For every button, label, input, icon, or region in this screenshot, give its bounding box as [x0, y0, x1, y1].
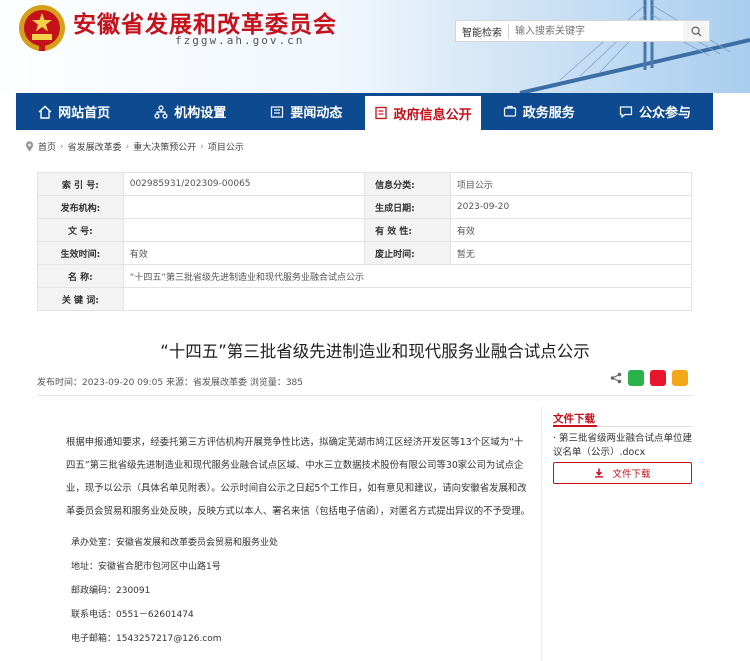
search-icon	[690, 25, 702, 37]
index-no-label: 索 引 号:	[37, 172, 124, 196]
article-meta: 发布时间：2023-09-20 09:05 来源：省发展改革委 浏览量：385	[37, 378, 304, 388]
weibo-icon[interactable]	[650, 370, 666, 386]
nav-item-news[interactable]: 要闻动态	[248, 93, 364, 130]
download-icon	[595, 468, 604, 478]
nav-label: 网站首页	[58, 106, 111, 121]
breadcrumb-separator: ›	[125, 141, 130, 152]
article-paragraph: 根据申报通知要求，经委托第三方评估机构开展竞争性比选，拟确定芜湖市鸠江区经济开发…	[66, 437, 531, 517]
breadcrumb-separator: ›	[200, 141, 204, 152]
org-chart-icon	[154, 104, 168, 119]
breadcrumb-current[interactable]: 项目公示	[208, 140, 244, 153]
bridge-banner-image	[519, 0, 750, 93]
service-icon	[503, 105, 516, 117]
downloads-rule-accent	[553, 425, 597, 427]
download-file-link[interactable]: · 第三批省级两业融合试点单位建议名单（公示）.docx	[553, 432, 693, 460]
document-icon	[374, 106, 387, 120]
site-header: 安徽省发展和改革委员会 fzggw.ah.gov.cn 智能检索	[0, 0, 750, 93]
validity-value: 有效	[449, 218, 693, 242]
document-info-table: 索 引 号: 002985931/202309-00065 信息分类: 项目公示…	[37, 172, 693, 311]
expiry-value: 暂无	[449, 241, 693, 265]
doc-no-value	[122, 218, 366, 242]
nav-item-organization[interactable]: 机构设置	[132, 93, 248, 130]
publisher-value	[122, 195, 366, 219]
contact-address: 地址：安徽省合肥市包河区中山路1号	[71, 562, 221, 572]
validity-label: 有 效 性:	[364, 218, 451, 242]
breadcrumb-separator: ›	[60, 141, 64, 152]
table-row: 发布机构: 生成日期: 2023-09-20	[37, 195, 693, 219]
search-label[interactable]: 智能检索	[456, 23, 509, 39]
table-row: 名 称: “十四五”第三批省级先进制造业和现代服务业融合试点公示	[37, 264, 693, 288]
breadcrumb: 首页 › 省发展改革委 › 重大决策预公开 › 项目公示	[25, 140, 244, 153]
table-row: 文 号: 有 效 性: 有效	[37, 218, 693, 242]
downloads-title: 文件下载	[553, 413, 595, 425]
date-value: 2023-09-20	[449, 195, 693, 219]
nav-label: 公众参与	[638, 106, 691, 121]
download-button[interactable]: 文件下载	[553, 462, 692, 484]
nav-item-public[interactable]: 公众参与	[597, 93, 713, 130]
nav-label: 政府信息公开	[393, 107, 472, 123]
contact-office: 承办处室：安徽省发展和改革委员会贸易和服务业处	[71, 538, 279, 548]
nav-item-gov-info[interactable]: 政府信息公开	[364, 93, 481, 130]
breadcrumb-home[interactable]: 首页	[38, 140, 56, 153]
nav-item-services[interactable]: 政务服务	[481, 93, 597, 130]
category-label: 信息分类:	[364, 172, 451, 196]
download-button-label: 文件下载	[612, 469, 651, 480]
doc-no-label: 文 号:	[37, 218, 124, 242]
expiry-label: 废止时间:	[364, 241, 451, 265]
download-file-name: 第三批省级两业融合试点单位建议名单（公示）.docx	[553, 433, 693, 458]
contact-email: 电子邮箱：1543257217@126.com	[71, 634, 222, 644]
breadcrumb-section[interactable]: 重大决策预公开	[133, 140, 196, 153]
location-pin-icon	[25, 141, 34, 152]
contact-postcode: 邮政编码：230091	[71, 586, 151, 596]
share-bar	[610, 370, 688, 386]
wechat-icon[interactable]	[628, 370, 644, 386]
category-value: 项目公示	[449, 172, 693, 196]
effective-value: 有效	[122, 241, 366, 265]
name-value: “十四五”第三批省级先进制造业和现代服务业融合试点公示	[122, 264, 693, 288]
search-input[interactable]	[509, 21, 683, 41]
date-label: 生成日期:	[364, 195, 451, 219]
nav-label: 政务服务	[522, 106, 575, 121]
divider	[37, 395, 692, 396]
keywords-value	[122, 287, 693, 311]
table-row: 索 引 号: 002985931/202309-00065 信息分类: 项目公示	[37, 172, 693, 196]
publisher-label: 发布机构:	[37, 195, 124, 219]
breadcrumb-agency[interactable]: 省发展改革委	[68, 140, 122, 153]
national-emblem-icon	[19, 5, 65, 51]
column-divider	[541, 406, 542, 661]
chat-icon	[619, 105, 633, 118]
contact-phone: 联系电话：0551－62601474	[71, 610, 194, 620]
table-row: 生效时间: 有效 废止时间: 暂无	[37, 241, 693, 265]
share-icon[interactable]	[610, 372, 622, 384]
search-box: 智能检索	[455, 20, 710, 42]
keywords-label: 关 键 词:	[37, 287, 124, 311]
nav-label: 要闻动态	[290, 106, 343, 121]
article-title: “十四五”第三批省级先进制造业和现代服务业融合试点公示	[160, 342, 590, 361]
effective-label: 生效时间:	[37, 241, 124, 265]
news-icon	[271, 105, 284, 118]
nav-item-home[interactable]: 网站首页	[16, 93, 132, 130]
site-domain: fzggw.ah.gov.cn	[175, 34, 305, 47]
home-icon	[38, 105, 52, 119]
main-nav: 网站首页 机构设置 要闻动态 政府信息公开 政务服务 公众参与	[16, 93, 713, 130]
favorite-star-icon[interactable]	[672, 370, 688, 386]
name-label: 名 称:	[37, 264, 124, 288]
table-row: 关 键 词:	[37, 287, 693, 311]
search-button[interactable]	[683, 21, 709, 41]
index-no-value: 002985931/202309-00065	[122, 172, 366, 196]
nav-label: 机构设置	[174, 106, 227, 121]
